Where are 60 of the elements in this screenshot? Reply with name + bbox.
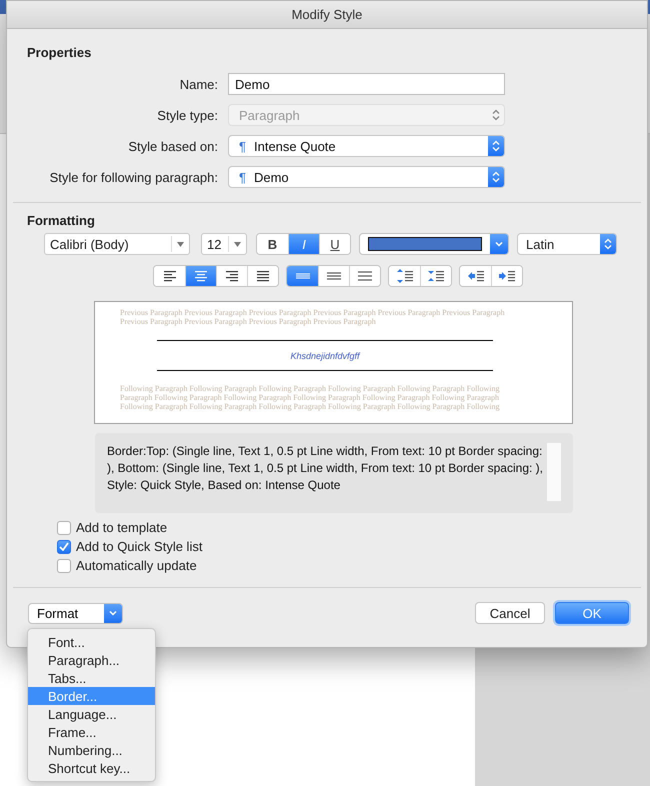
field-label: Style type: bbox=[156, 108, 218, 122]
preview-text: Following Paragraph Following Paragraph Following Paragraph Following Paragraph Following Paragraph Following bbox=[120, 384, 501, 393]
preview-text: Following Paragraph Following Paragraph Following Paragraph Following Paragraph Following Paragraph Following bbox=[120, 402, 501, 411]
checkbox[interactable] bbox=[57, 558, 71, 572]
field-label: Style based on: bbox=[127, 138, 218, 154]
menu-item[interactable]: Numbering... bbox=[28, 741, 155, 759]
alignment-button[interactable] bbox=[247, 266, 278, 286]
field-label: Style for following paragraph: bbox=[48, 170, 218, 184]
paragraph-spacing-icon bbox=[396, 269, 414, 283]
stepper-icon bbox=[492, 109, 500, 121]
menu-item[interactable]: Shortcut key... bbox=[28, 759, 155, 777]
cancel-button[interactable]: Cancel bbox=[475, 602, 545, 624]
align-right-icon bbox=[224, 270, 240, 282]
paragraph-spacing-button[interactable] bbox=[420, 266, 451, 286]
line-spacing-button[interactable] bbox=[287, 266, 318, 286]
caret-icon bbox=[234, 242, 241, 246]
indent-button[interactable] bbox=[491, 266, 522, 286]
checkbox-label: Add to template bbox=[76, 520, 168, 535]
size-select[interactable]: 12 bbox=[201, 233, 247, 255]
style-description: Border:Top: (Single line, Text 1, 0.5 pt Line width, From text: 10 pt Border spacing: ), Bottom: (Single line, Text 1, 0.5 pt Line width, From text: 10 pt Border spacing: ), Style: Quick Style, Based on: Intense Quote bbox=[107, 443, 544, 494]
indent-decrease-icon bbox=[466, 270, 484, 282]
align-justify-icon bbox=[255, 270, 271, 282]
checkbox[interactable] bbox=[57, 520, 71, 534]
font-color-picker[interactable] bbox=[359, 233, 509, 255]
caret-icon bbox=[109, 610, 117, 616]
caret-icon bbox=[177, 242, 184, 246]
checkbox-label: Add to Quick Style list bbox=[76, 539, 202, 554]
preview-text: Previous Paragraph Previous Paragraph Previous Paragraph Previous Paragraph bbox=[120, 317, 377, 326]
line-spacing-icon bbox=[326, 270, 342, 282]
indent-increase-icon bbox=[498, 270, 516, 282]
name-field[interactable]: Demo bbox=[228, 73, 505, 95]
align-left-icon bbox=[162, 270, 178, 282]
align-center-icon bbox=[193, 270, 209, 282]
section-heading: Properties bbox=[27, 45, 92, 60]
style-select[interactable]: ¶ Intense Quote bbox=[228, 135, 505, 157]
stepper-icon bbox=[604, 238, 612, 250]
checkbox-label: Automatically update bbox=[76, 558, 197, 573]
caret-icon bbox=[495, 241, 503, 247]
stepper-icon bbox=[492, 171, 500, 183]
preview-text: Previous Paragraph Previous Paragraph Previous Paragraph Previous Paragraph Previous Paragraph Previous Paragraph bbox=[120, 308, 506, 317]
menu-item[interactable]: Paragraph... bbox=[28, 651, 155, 669]
script-select[interactable]: Latin bbox=[517, 233, 617, 255]
style-select[interactable]: ¶ Demo bbox=[228, 166, 505, 188]
format-menu-button[interactable]: Format bbox=[28, 602, 123, 624]
field-label: Name: bbox=[178, 76, 218, 92]
checkbox[interactable] bbox=[57, 540, 71, 554]
stepper-icon bbox=[492, 140, 500, 152]
window-title: Modify Style bbox=[292, 7, 362, 22]
line-spacing-button[interactable] bbox=[349, 266, 380, 286]
menu-item[interactable]: Frame... bbox=[28, 723, 155, 741]
paragraph-spacing-icon bbox=[427, 269, 445, 283]
line-spacing-icon bbox=[357, 270, 373, 282]
menu-item[interactable]: Font... bbox=[28, 633, 155, 651]
menu-item[interactable]: Language... bbox=[28, 705, 155, 723]
font-style-button[interactable]: U bbox=[319, 234, 350, 254]
font-select[interactable]: Calibri (Body) bbox=[44, 233, 190, 255]
sample-text: Khsdnejidnfdvfgff bbox=[290, 350, 360, 360]
menu-item[interactable]: Tabs... bbox=[28, 669, 155, 687]
section-heading: Formatting bbox=[27, 213, 95, 228]
preview-text: Paragraph Following Paragraph Following Paragraph Following Paragraph Following Paragraph Following Paragraph bbox=[120, 393, 500, 402]
